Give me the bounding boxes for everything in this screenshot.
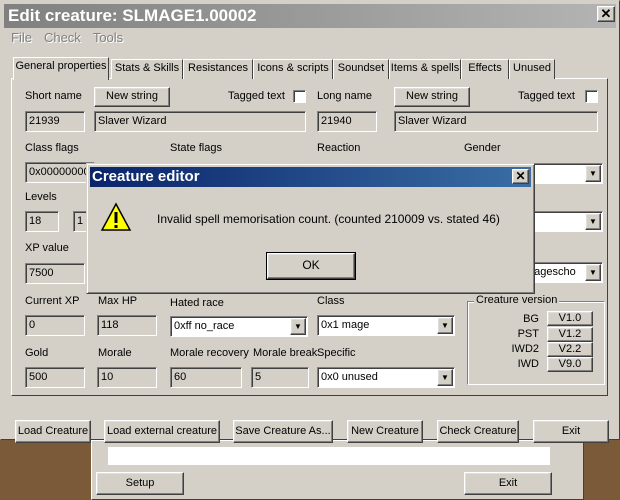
gender-label: Gender [464, 142, 501, 154]
exit-button[interactable]: Exit [533, 420, 609, 443]
specific-label: Specific [317, 347, 356, 359]
save-creature-as-button[interactable]: Save Creature As... [233, 420, 333, 443]
long-new-string-button[interactable]: New string [394, 87, 470, 107]
short-name-field[interactable]: Slaver Wizard [94, 111, 306, 132]
tab-soundset[interactable]: Soundset [333, 59, 389, 79]
levels-label: Levels [25, 191, 57, 203]
window-close-button[interactable]: ✕ [597, 6, 615, 22]
long-tagged-text-checkbox[interactable] [585, 90, 598, 103]
background-field [108, 447, 550, 465]
xp-value-field[interactable]: 7500 [25, 263, 85, 284]
morale-field[interactable]: 10 [97, 367, 157, 388]
short-tagged-text-checkbox[interactable] [293, 90, 306, 103]
menu-file[interactable]: File [5, 30, 38, 45]
hated-race-combo[interactable]: 0xff no_race ▼ [170, 316, 308, 337]
dropdown-arrow-icon: ▼ [585, 264, 601, 281]
specific-combo[interactable]: 0x0 unused ▼ [317, 367, 455, 388]
morale-break-label: Morale break [253, 347, 318, 359]
menu-tools[interactable]: Tools [87, 30, 129, 45]
dropdown-arrow-icon: ▼ [437, 369, 453, 386]
warning-icon [100, 202, 132, 231]
specific-value: 0x0 unused [321, 371, 378, 383]
dialog-close-button[interactable]: ✕ [512, 169, 529, 184]
close-icon: ✕ [600, 6, 612, 21]
tab-resistances[interactable]: Resistances [183, 59, 253, 79]
dropdown-arrow-icon: ▼ [585, 213, 601, 230]
creature-editor-dialog: Creature editor ✕ Invalid spell memorisa… [86, 163, 535, 294]
short-new-string-button[interactable]: New string [94, 87, 170, 107]
tab-effects[interactable]: Effects [461, 59, 509, 79]
short-tagged-text-label: Tagged text [228, 90, 285, 102]
creature-version-title: Creature version [474, 294, 560, 306]
level1-field[interactable]: 18 [25, 211, 59, 232]
version-label-bg: BG [523, 313, 539, 325]
morale-recovery-field[interactable]: 60 [170, 367, 242, 388]
current-xp-field[interactable]: 0 [25, 315, 85, 336]
new-creature-button[interactable]: New Creature [347, 420, 423, 443]
gold-label: Gold [25, 347, 49, 359]
hated-race-label: Hated race [170, 297, 224, 309]
menu-check[interactable]: Check [38, 30, 87, 45]
reaction-label: Reaction [317, 142, 361, 154]
menu-bar: File Check Tools [5, 30, 129, 48]
max-hp-field[interactable]: 118 [97, 315, 157, 336]
background-window: Setup Exit [91, 440, 584, 500]
short-name-strref[interactable]: 21939 [25, 111, 85, 132]
dialog-ok-button[interactable]: OK [266, 252, 356, 280]
close-icon: ✕ [515, 169, 526, 183]
setup-button[interactable]: Setup [96, 472, 184, 495]
long-name-field[interactable]: Slaver Wizard [394, 111, 598, 132]
morale-recovery-label: Morale recovery [170, 347, 249, 359]
window-title: Edit creature: SLMAGE1.00002 [4, 4, 616, 28]
long-tagged-text-label: Tagged text [518, 90, 575, 102]
hated-race-value: 0xff no_race [174, 320, 235, 332]
check-creature-button[interactable]: Check Creature [437, 420, 519, 443]
tab-general-properties[interactable]: General properties [13, 57, 109, 80]
xp-value-label: XP value [25, 242, 69, 254]
morale-break-field[interactable]: 5 [251, 367, 309, 388]
load-creature-button[interactable]: Load Creature [15, 420, 91, 443]
load-external-creature-button[interactable]: Load external creature [104, 420, 220, 443]
version-label-iwd: IWD [517, 358, 539, 370]
max-hp-label: Max HP [98, 295, 138, 307]
class-combo[interactable]: 0x1 mage ▼ [317, 315, 455, 336]
version-button-bg[interactable]: V1.0 [547, 311, 593, 326]
version-label-iwd2: IWD2 [511, 343, 540, 355]
class-label: Class [317, 295, 345, 307]
long-name-strref[interactable]: 21940 [317, 111, 377, 132]
dropdown-arrow-icon: ▼ [437, 317, 453, 334]
background-exit-button[interactable]: Exit [464, 472, 552, 495]
tab-items-spells[interactable]: Items & spells [389, 59, 461, 79]
short-name-label: Short name [25, 90, 82, 102]
dialog-message: Invalid spell memorisation count. (count… [157, 212, 500, 226]
version-button-iwd[interactable]: V9.0 [547, 357, 593, 372]
gold-field[interactable]: 500 [25, 367, 85, 388]
current-xp-label: Current XP [25, 295, 80, 307]
class-flags-field[interactable]: 0x00000000 [25, 162, 95, 183]
tab-stats-skills[interactable]: Stats & Skills [111, 59, 183, 79]
version-button-iwd2[interactable]: V2.2 [547, 342, 593, 357]
dropdown-arrow-icon: ▼ [290, 318, 306, 335]
class-flags-label: Class flags [25, 142, 79, 154]
long-name-label: Long name [317, 90, 373, 102]
dropdown-arrow-icon: ▼ [585, 165, 601, 182]
version-label-pst: PST [517, 328, 539, 340]
version-button-pst[interactable]: V1.2 [547, 327, 593, 342]
morale-label: Morale [98, 347, 132, 359]
dialog-title: Creature editor [90, 167, 531, 187]
tab-icons-scripts[interactable]: Icons & scripts [253, 59, 333, 79]
class-value: 0x1 mage [321, 319, 370, 331]
tab-unused[interactable]: Unused [509, 59, 555, 79]
state-flags-label: State flags [170, 142, 222, 154]
